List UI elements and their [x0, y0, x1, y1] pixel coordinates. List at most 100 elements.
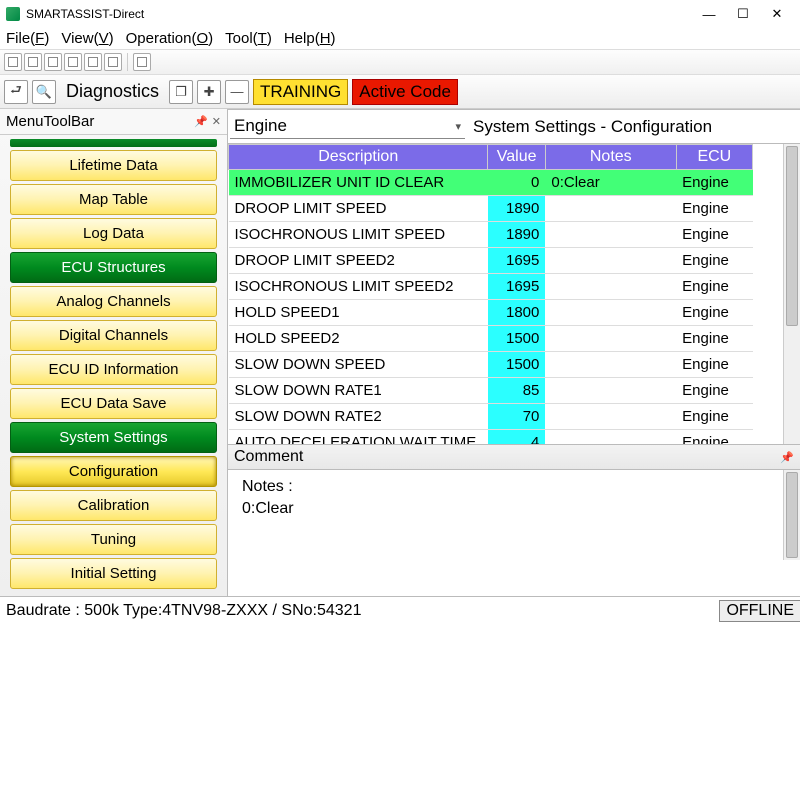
table-row[interactable]: ISOCHRONOUS LIMIT SPEED21695 Engine: [229, 274, 753, 300]
toolbar-icon-4[interactable]: [64, 53, 82, 71]
toolbar-icon-5[interactable]: [84, 53, 102, 71]
sidebar-item-initial-setting[interactable]: Initial Setting: [10, 558, 217, 589]
cell-ecu: Engine: [676, 222, 752, 248]
cell-value[interactable]: 85: [488, 378, 545, 404]
cell-notes: [545, 378, 676, 404]
cell-description: AUTO DECELERATION WAIT TIME: [229, 430, 488, 445]
table-row[interactable]: ISOCHRONOUS LIMIT SPEED1890Engine: [229, 222, 753, 248]
sidebar-item-system-settings[interactable]: System Settings: [10, 422, 217, 453]
sidebar-item-ecu-data-save[interactable]: ECU Data Save: [10, 388, 217, 419]
minimize-button[interactable]: —: [692, 4, 726, 24]
window-title: SMARTASSIST-Direct: [26, 7, 692, 21]
cell-value[interactable]: 1890: [488, 196, 545, 222]
cell-value[interactable]: 1695: [488, 248, 545, 274]
comment-line1: Notes :: [242, 476, 786, 498]
col-value[interactable]: Value: [488, 145, 545, 170]
cell-ecu: Engine: [676, 300, 752, 326]
menu-view[interactable]: View(V): [61, 30, 113, 47]
sidebar-top-bar: [10, 139, 217, 147]
titlebar: SMARTASSIST-Direct — ☐ ✕: [0, 0, 800, 28]
sidebar-item-configuration[interactable]: Configuration: [10, 456, 217, 487]
sidebar-item-analog-channels[interactable]: Analog Channels: [10, 286, 217, 317]
cell-notes: [545, 248, 676, 274]
table-row[interactable]: HOLD SPEED11800Engine: [229, 300, 753, 326]
cell-value[interactable]: 4: [488, 430, 545, 445]
col-notes[interactable]: Notes: [545, 145, 676, 170]
maximize-button[interactable]: ☐: [726, 4, 760, 24]
cell-value[interactable]: 1800: [488, 300, 545, 326]
cell-notes: [545, 430, 676, 445]
menu-operation[interactable]: Operation(O): [126, 30, 214, 47]
sidebar-title: MenuToolBar 📌 ✕: [0, 109, 227, 135]
table-row[interactable]: DROOP LIMIT SPEED1890Engine: [229, 196, 753, 222]
table-row[interactable]: SLOW DOWN RATE185Engine: [229, 378, 753, 404]
menu-tool[interactable]: Tool(T): [225, 30, 272, 47]
sidebar-item-calibration[interactable]: Calibration: [10, 490, 217, 521]
cell-value[interactable]: 1890: [488, 222, 545, 248]
sidebar-item-map-table[interactable]: Map Table: [10, 184, 217, 215]
comment-title: Comment: [234, 448, 303, 466]
close-panel-icon[interactable]: ✕: [212, 115, 221, 128]
cell-notes: [545, 196, 676, 222]
close-button[interactable]: ✕: [760, 4, 794, 24]
comment-scrollbar[interactable]: [783, 470, 800, 560]
cell-ecu: Engine: [676, 404, 752, 430]
cell-ecu: Engine: [676, 248, 752, 274]
cell-value[interactable]: 1500: [488, 352, 545, 378]
status-left: Baudrate : 500k Type:4TNV98-ZXXX / SNo:5…: [6, 602, 719, 620]
menu-file[interactable]: File(F): [6, 30, 49, 47]
cell-ecu: Engine: [676, 274, 752, 300]
sidebar-item-digital-channels[interactable]: Digital Channels: [10, 320, 217, 351]
cell-value[interactable]: 1500: [488, 326, 545, 352]
cell-ecu: Engine: [676, 352, 752, 378]
table-row[interactable]: SLOW DOWN RATE270Engine: [229, 404, 753, 430]
cell-value[interactable]: 70: [488, 404, 545, 430]
toolbar-icon-6[interactable]: [104, 53, 122, 71]
diagnostics-label: Diagnostics: [60, 81, 165, 102]
status-offline: OFFLINE: [719, 600, 800, 622]
active-code-badge: Active Code: [352, 79, 458, 105]
cell-notes: [545, 404, 676, 430]
sidebar-title-text: MenuToolBar: [6, 113, 94, 130]
toolbar-icon-1[interactable]: [4, 53, 22, 71]
search-icon[interactable]: 🔍: [32, 80, 56, 104]
cell-ecu: Engine: [676, 170, 752, 196]
window-icon[interactable]: ❐: [169, 80, 193, 104]
table-row[interactable]: HOLD SPEED21500 Engine: [229, 326, 753, 352]
cell-ecu: Engine: [676, 430, 752, 445]
menubar: File(F) View(V) Operation(O) Tool(T) Hel…: [0, 28, 800, 49]
table-row[interactable]: SLOW DOWN SPEED1500Engine: [229, 352, 753, 378]
sidebar-item-ecu-structures[interactable]: ECU Structures: [10, 252, 217, 283]
table-row[interactable]: IMMOBILIZER UNIT ID CLEAR00:ClearEngine: [229, 170, 753, 196]
cell-value[interactable]: 1695: [488, 274, 545, 300]
toolbar-icon-7[interactable]: [133, 53, 151, 71]
cell-ecu: Engine: [676, 326, 752, 352]
cell-notes: [545, 300, 676, 326]
comment-body: Notes : 0:Clear: [228, 470, 800, 560]
back-icon[interactable]: ⮐: [4, 80, 28, 104]
comment-pin-icon[interactable]: 📌: [780, 451, 794, 464]
table-row[interactable]: AUTO DECELERATION WAIT TIME4 Engine: [229, 430, 753, 445]
plus-icon[interactable]: ✚: [197, 80, 221, 104]
cell-description: ISOCHRONOUS LIMIT SPEED2: [229, 274, 488, 300]
sidebar-item-ecu-id-information[interactable]: ECU ID Information: [10, 354, 217, 385]
sidebar-item-tuning[interactable]: Tuning: [10, 524, 217, 555]
config-table: Description Value Notes ECU IMMOBILIZER …: [228, 144, 753, 444]
sidebar-item-log-data[interactable]: Log Data: [10, 218, 217, 249]
engine-dropdown[interactable]: Engine: [230, 114, 465, 139]
sidebar-item-lifetime-data[interactable]: Lifetime Data: [10, 150, 217, 181]
table-row[interactable]: DROOP LIMIT SPEED21695Engine: [229, 248, 753, 274]
statusbar: Baudrate : 500k Type:4TNV98-ZXXX / SNo:5…: [0, 596, 800, 625]
cell-description: HOLD SPEED2: [229, 326, 488, 352]
col-ecu[interactable]: ECU: [676, 145, 752, 170]
minus-icon[interactable]: —: [225, 80, 249, 104]
cell-notes: [545, 326, 676, 352]
table-scrollbar[interactable]: [783, 144, 800, 444]
col-description[interactable]: Description: [229, 145, 488, 170]
pin-icon[interactable]: 📌: [194, 115, 208, 128]
menu-help[interactable]: Help(H): [284, 30, 336, 47]
comment-header: Comment 📌: [228, 444, 800, 470]
toolbar-icon-3[interactable]: [44, 53, 62, 71]
cell-value[interactable]: 0: [488, 170, 545, 196]
toolbar-icon-2[interactable]: [24, 53, 42, 71]
